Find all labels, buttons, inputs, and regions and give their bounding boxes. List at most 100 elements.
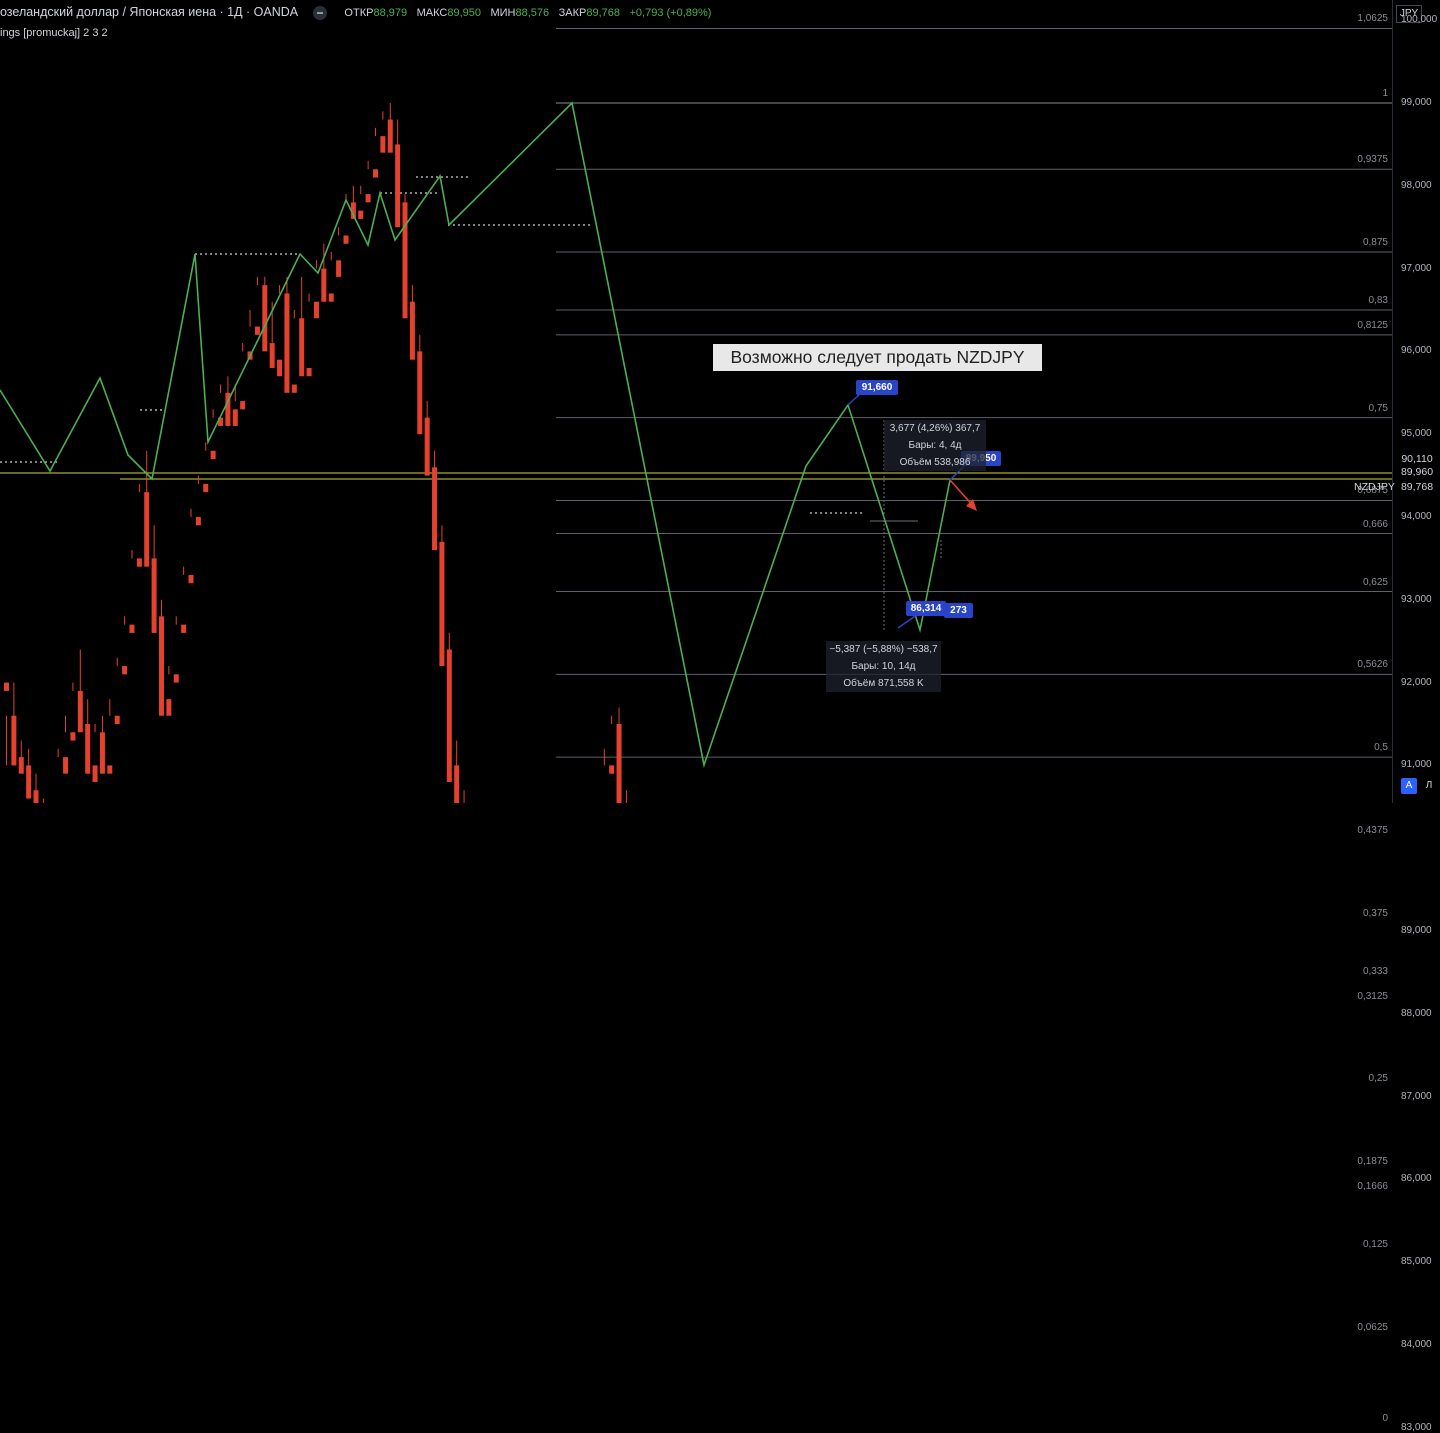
measure-down-volume: Объём 871,558 K bbox=[843, 678, 924, 689]
pivot-low-pointer bbox=[897, 613, 919, 629]
measure-down-change: −5,387 (−5,88%) −538,7 bbox=[829, 644, 938, 655]
fib-level-label: 0,1666 bbox=[1357, 1180, 1388, 1192]
candle-body bbox=[313, 301, 319, 319]
fib-level-label: 1,0625 bbox=[1357, 13, 1388, 25]
candle-body bbox=[240, 401, 246, 410]
fib-level-label: 0,25 bbox=[1368, 1073, 1388, 1085]
visibility-eye-icon[interactable] bbox=[312, 5, 327, 20]
price-tag-upper: 90,110 bbox=[1401, 453, 1433, 465]
candle-body bbox=[181, 624, 187, 633]
log-scale-button[interactable]: Л bbox=[1421, 778, 1437, 794]
candle-body bbox=[321, 268, 327, 302]
fib-level-label: 0,1875 bbox=[1357, 1156, 1388, 1168]
pivot-low-tag-2[interactable]: 273 bbox=[944, 603, 973, 618]
candle-body bbox=[432, 467, 438, 551]
candle-body bbox=[616, 724, 622, 803]
price-axis-label: 86,000 bbox=[1401, 1173, 1432, 1185]
fib-level-label: 0,875 bbox=[1362, 237, 1388, 249]
measure-down-box[interactable]: −5,387 (−5,88%) −538,7 Бары: 10, 14д Объ… bbox=[826, 641, 941, 692]
price-axis-label: 85,000 bbox=[1401, 1256, 1432, 1268]
candle-body bbox=[166, 699, 172, 716]
measure-up-volume: Объём 538,986 bbox=[899, 457, 971, 468]
candle-body bbox=[387, 119, 393, 153]
open-label: ОТКР bbox=[344, 7, 374, 19]
fib-level-label: 0,5626 bbox=[1357, 659, 1388, 671]
candle-body bbox=[291, 384, 297, 393]
candle-body bbox=[609, 765, 615, 774]
candle-body bbox=[336, 260, 342, 277]
fib-level-label: 0,0625 bbox=[1357, 1321, 1388, 1333]
candle-body bbox=[85, 724, 91, 774]
candle-body bbox=[299, 318, 305, 377]
candle-body bbox=[107, 765, 113, 774]
close-value: 89,768 bbox=[586, 7, 621, 19]
candle-body bbox=[277, 359, 283, 377]
indicator-legend[interactable]: ings [promuckaj] 2 3 2 bbox=[0, 27, 108, 39]
candle-body bbox=[402, 202, 408, 319]
candle-body bbox=[409, 301, 415, 360]
symbol-title[interactable]: озеландский доллар / Японская иена · 1Д … bbox=[0, 5, 297, 19]
chart-header: озеландский доллар / Японская иена · 1Д … bbox=[0, 5, 717, 20]
candle-body bbox=[63, 757, 69, 774]
candle-body bbox=[343, 235, 349, 244]
pivot-low-tag[interactable]: 86,314 bbox=[906, 601, 946, 616]
candle-body bbox=[380, 136, 386, 153]
candle-body bbox=[439, 541, 445, 667]
price-tag-lower: 89,960 bbox=[1400, 466, 1434, 478]
candle-body bbox=[144, 492, 150, 567]
measure-up-box[interactable]: 3,677 (4,26%) 367,7 Бары: 4, 4д Объём 53… bbox=[884, 420, 986, 471]
candle-body bbox=[114, 715, 120, 724]
fib-level-label: 0,333 bbox=[1362, 965, 1388, 977]
candle-body bbox=[262, 285, 268, 352]
candle-body bbox=[151, 558, 157, 633]
candle-body bbox=[232, 409, 238, 426]
candle-body bbox=[158, 616, 164, 716]
price-axis-label: 99,000 bbox=[1401, 97, 1432, 108]
close-label: ЗАКР bbox=[558, 7, 587, 19]
candle-body bbox=[210, 450, 216, 460]
candle-body bbox=[33, 790, 39, 803]
fib-level-label: 0 bbox=[1382, 1412, 1388, 1424]
price-axis-label: 91,000 bbox=[1401, 759, 1432, 771]
price-axis-label: 98,000 bbox=[1401, 179, 1432, 191]
price-axis-label: 94,000 bbox=[1401, 511, 1432, 522]
price-axis-label: 95,000 bbox=[1401, 428, 1432, 440]
candle-body bbox=[254, 326, 260, 335]
candle-body bbox=[77, 690, 83, 733]
candle-body bbox=[70, 732, 76, 741]
fib-level-label: 0,3125 bbox=[1357, 990, 1388, 1002]
pivot-high-tag[interactable]: 91,660 bbox=[856, 380, 898, 395]
candle-body bbox=[4, 682, 9, 691]
fib-level-label: 1 bbox=[1382, 88, 1388, 99]
trade-idea-callout[interactable]: Возможно следует продать NZDJPY bbox=[713, 344, 1042, 371]
auto-scale-button[interactable]: A bbox=[1401, 778, 1417, 794]
measure-up-bars: Бары: 4, 4д bbox=[908, 440, 962, 451]
fib-level-label: 0,625 bbox=[1362, 576, 1388, 588]
high-value: 89,950 bbox=[447, 7, 481, 19]
fib-level-label: 0,9375 bbox=[1357, 154, 1388, 166]
fib-level-label: 0,125 bbox=[1362, 1238, 1388, 1250]
price-axis-label: 88,000 bbox=[1401, 1007, 1432, 1019]
candle-body bbox=[365, 194, 371, 203]
fib-level-label: 0,375 bbox=[1362, 907, 1388, 919]
candle-body bbox=[136, 558, 142, 567]
candle-body bbox=[306, 367, 312, 377]
price-chart[interactable] bbox=[0, 0, 1392, 803]
candle-body bbox=[203, 483, 209, 493]
price-axis-label: 83,000 bbox=[1401, 1421, 1432, 1433]
change-value: +0,793 (+0,89%) bbox=[629, 7, 712, 19]
candle-body bbox=[454, 765, 460, 803]
candle-body bbox=[129, 624, 135, 633]
candle-body bbox=[99, 732, 105, 774]
fib-level-label: 0,666 bbox=[1362, 518, 1388, 530]
fib-level-label: 0,83 bbox=[1368, 295, 1388, 306]
candle-body bbox=[446, 649, 452, 782]
measure-down-bars: Бары: 10, 14д bbox=[851, 661, 916, 672]
zigzag-line bbox=[0, 101, 951, 769]
candle-body bbox=[328, 293, 334, 302]
price-axis-label: 100,000 bbox=[1401, 14, 1438, 26]
candle-body bbox=[269, 343, 275, 368]
price-axis-label: 87,000 bbox=[1401, 1090, 1432, 1102]
candle-body bbox=[417, 351, 423, 435]
price-axis-label: 84,000 bbox=[1401, 1339, 1432, 1350]
